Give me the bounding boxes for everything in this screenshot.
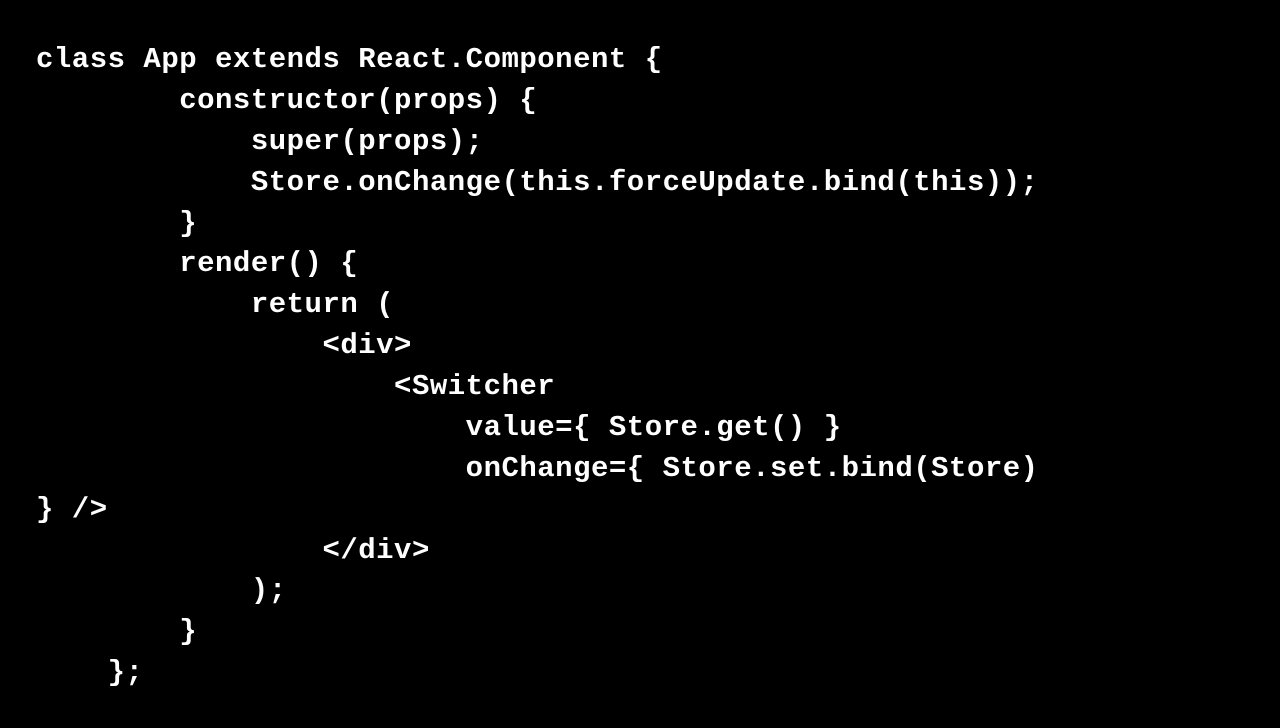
code-line: class App extends React.Component {: [36, 43, 663, 76]
code-line: onChange={ Store.set.bind(Store): [36, 452, 1039, 485]
code-line: }: [36, 615, 197, 648]
code-line: </div>: [36, 534, 430, 567]
code-line: constructor(props) {: [36, 84, 537, 117]
code-line: render() {: [36, 247, 358, 280]
code-line: <Switcher: [36, 370, 555, 403]
code-line: Store.onChange(this.forceUpdate.bind(thi…: [36, 166, 1039, 199]
code-line: }: [36, 207, 197, 240]
code-line: } />: [36, 493, 108, 526]
code-line: value={ Store.get() }: [36, 411, 842, 444]
code-line: <div>: [36, 329, 412, 362]
code-line: super(props);: [36, 125, 484, 158]
code-line: };: [36, 656, 143, 689]
code-line: );: [36, 574, 287, 607]
code-line: return (: [36, 288, 394, 321]
code-block: class App extends React.Component { cons…: [0, 0, 1280, 694]
